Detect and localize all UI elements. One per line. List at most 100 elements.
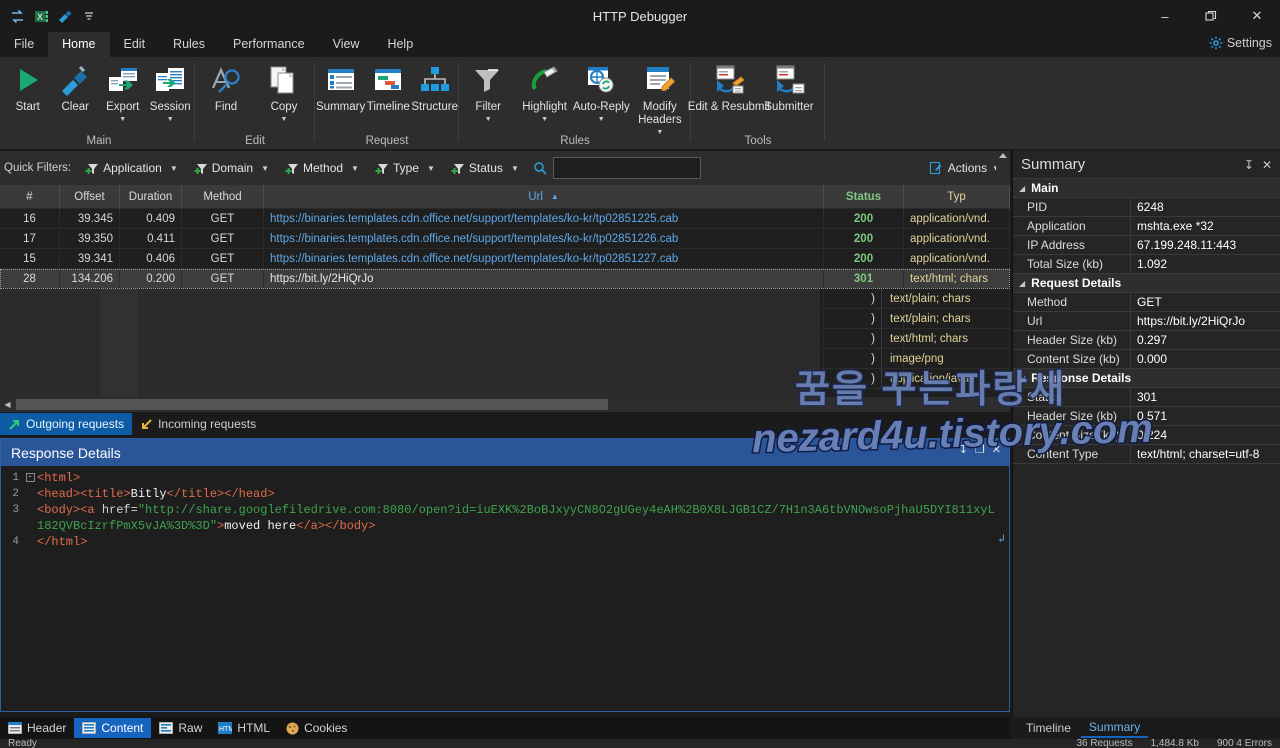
request-direction-tabs: Outgoing requests Incoming requests bbox=[0, 412, 1010, 436]
restore-button[interactable] bbox=[1188, 0, 1234, 32]
grid-vertical-scrollbar[interactable] bbox=[996, 151, 1010, 185]
table-row[interactable]: 28 134.206 0.200 GET https://bit.ly/2HiQrJo 3… bbox=[0, 268, 1010, 289]
chevron-down-icon[interactable]: ▼ bbox=[170, 164, 178, 173]
raw-icon bbox=[159, 722, 174, 734]
response-code-view[interactable]: 1- <html> 2 <head><title>Bitly</title></hea… bbox=[1, 466, 1009, 711]
grid-column-header-offset[interactable]: Offset bbox=[60, 184, 120, 209]
minimize-button[interactable]: – bbox=[1142, 0, 1188, 32]
settings-button[interactable]: Settings bbox=[1209, 36, 1272, 50]
grid-column-header-duration[interactable]: Duration bbox=[120, 184, 182, 209]
ribbon-button-summary[interactable]: Summary bbox=[316, 61, 365, 114]
chevron-down-icon[interactable]: ▼ bbox=[598, 116, 605, 123]
ribbon-button-start[interactable]: Start bbox=[4, 61, 52, 114]
restore-icon[interactable]: ❐ bbox=[975, 443, 985, 456]
ribbon-button-structure[interactable]: Structure bbox=[411, 61, 458, 114]
right-tab-summary[interactable]: Summary bbox=[1080, 718, 1149, 738]
summary-value: 0.000 bbox=[1137, 352, 1168, 366]
ribbon-button-label: Find bbox=[214, 101, 238, 113]
quick-filter-domain[interactable]: Domain ▼ bbox=[186, 159, 277, 177]
tab-incoming-requests[interactable]: Incoming requests bbox=[132, 413, 264, 435]
menu-tab-home[interactable]: Home bbox=[48, 32, 110, 57]
pin-icon[interactable]: ↧ bbox=[959, 443, 968, 456]
close-icon[interactable]: ✕ bbox=[992, 443, 1001, 456]
chevron-down-icon[interactable]: ▼ bbox=[119, 116, 126, 123]
ribbon-button-submitter[interactable]: Submitter bbox=[760, 61, 818, 114]
collapse-triangle-icon[interactable]: ◢ bbox=[1019, 184, 1025, 193]
ribbon-button-export[interactable]: Export ▼ bbox=[99, 61, 147, 123]
quick-filter-type[interactable]: Type ▼ bbox=[367, 159, 443, 177]
menu-tab-performance[interactable]: Performance bbox=[219, 32, 319, 57]
view-tab-html[interactable]: HTML HTML bbox=[210, 718, 278, 738]
menu-tab-help[interactable]: Help bbox=[373, 32, 427, 57]
grid-horizontal-scrollbar[interactable]: ◀ bbox=[0, 397, 1010, 412]
chevron-down-icon[interactable]: ▼ bbox=[541, 116, 548, 123]
chevron-down-icon[interactable]: ▼ bbox=[167, 116, 174, 123]
grid-cell-url[interactable]: https://bit.ly/2HiQrJo bbox=[264, 268, 824, 289]
quick-filter-method[interactable]: Method ▼ bbox=[277, 159, 367, 177]
ribbon-button-clear[interactable]: Clear bbox=[52, 61, 100, 114]
quick-filter-status[interactable]: Status ▼ bbox=[443, 159, 527, 177]
ribbon-button-timeline[interactable]: Timeline bbox=[365, 61, 411, 114]
chevron-down-icon[interactable]: ▼ bbox=[511, 164, 519, 173]
code-fold-toggle[interactable]: - bbox=[23, 470, 37, 486]
grid-column-header-status[interactable]: Status bbox=[824, 184, 904, 209]
grid-column-header-type[interactable]: Typ bbox=[904, 184, 1010, 209]
quick-filter-label: Status bbox=[468, 161, 503, 175]
view-tab-header[interactable]: Header bbox=[0, 718, 74, 738]
close-icon[interactable]: ✕ bbox=[1262, 158, 1272, 172]
customize-dropdown-icon[interactable] bbox=[80, 7, 98, 25]
chevron-down-icon[interactable]: ▼ bbox=[261, 164, 269, 173]
menu-tab-file[interactable]: File bbox=[0, 32, 48, 57]
table-row[interactable]: 16 39.345 0.409 GET https://binaries.templat… bbox=[0, 208, 1010, 229]
grid-column-header-num[interactable]: # bbox=[0, 184, 60, 209]
pin-icon[interactable]: ↧ bbox=[1244, 158, 1254, 172]
funnel-plus-icon bbox=[85, 162, 99, 175]
ribbon-button-modify-headers[interactable]: Modify Headers ▼ bbox=[630, 61, 690, 136]
view-tab-cookies[interactable]: Cookies bbox=[278, 718, 355, 738]
ribbon-button-highlight[interactable]: Highlight ▼ bbox=[516, 61, 572, 123]
grid-column-header-method[interactable]: Method bbox=[182, 184, 264, 209]
menu-tab-edit[interactable]: Edit bbox=[110, 32, 160, 57]
ribbon-button-find[interactable]: Find bbox=[197, 61, 255, 114]
scroll-left-icon[interactable]: ◀ bbox=[0, 397, 15, 412]
view-tab-content[interactable]: Content bbox=[74, 718, 152, 738]
grid-cell-status: 200 bbox=[824, 228, 904, 249]
tab-outgoing-requests[interactable]: Outgoing requests bbox=[0, 413, 133, 435]
table-row[interactable]: 15 39.341 0.406 GET https://binaries.templat… bbox=[0, 248, 1010, 269]
summary-section-title: Request Details bbox=[1031, 276, 1122, 290]
quick-filter-application[interactable]: Application ▼ bbox=[77, 159, 186, 177]
search-input[interactable] bbox=[552, 157, 701, 179]
code-line-text: <head><title>Bitly</title></head> bbox=[37, 486, 283, 502]
grid-cell-url[interactable]: https://binaries.templates.cdn.office.ne… bbox=[264, 208, 824, 229]
ribbon-button-session[interactable]: Session ▼ bbox=[147, 61, 195, 123]
chevron-down-icon[interactable]: ▼ bbox=[485, 116, 492, 123]
grid-cell-url[interactable]: https://binaries.templates.cdn.office.ne… bbox=[264, 228, 824, 249]
menu-tab-view[interactable]: View bbox=[319, 32, 374, 57]
ribbon-button-filter[interactable]: Filter ▼ bbox=[460, 61, 516, 123]
scroll-thumb[interactable] bbox=[16, 399, 608, 410]
right-tab-timeline[interactable]: Timeline bbox=[1018, 719, 1079, 737]
summary-icon bbox=[325, 61, 357, 99]
grid-cell-url[interactable]: https://binaries.templates.cdn.office.ne… bbox=[264, 248, 824, 269]
summary-section-header[interactable]: ◢ Main bbox=[1013, 179, 1280, 198]
chevron-down-icon[interactable]: ▼ bbox=[427, 164, 435, 173]
ribbon-button-copy[interactable]: Copy ▼ bbox=[255, 61, 313, 123]
brush-icon[interactable] bbox=[56, 7, 74, 25]
collapse-triangle-icon[interactable]: ◢ bbox=[1019, 279, 1025, 288]
excel-icon[interactable]: X bbox=[32, 7, 50, 25]
chevron-down-icon[interactable]: ▼ bbox=[281, 116, 288, 123]
menu-tab-rules[interactable]: Rules bbox=[159, 32, 219, 57]
summary-section-header[interactable]: ◢ Response Details bbox=[1013, 369, 1280, 388]
chevron-down-icon[interactable]: ▼ bbox=[351, 164, 359, 173]
table-row[interactable]: 17 39.350 0.411 GET https://binaries.templat… bbox=[0, 228, 1010, 249]
actions-button[interactable]: Actions ▼ bbox=[929, 161, 1000, 175]
close-button[interactable]: ✕ bbox=[1234, 0, 1280, 32]
sync-icon[interactable] bbox=[8, 7, 26, 25]
collapse-triangle-icon[interactable]: ◢ bbox=[1019, 374, 1025, 383]
ribbon-button-auto-reply[interactable]: Auto-Reply ▼ bbox=[573, 61, 630, 123]
ribbon-button-edit-resubmit[interactable]: Edit & Resubmit bbox=[688, 61, 770, 114]
view-tab-raw[interactable]: Raw bbox=[151, 718, 210, 738]
summary-section-header[interactable]: ◢ Request Details bbox=[1013, 274, 1280, 293]
grid-column-header-url[interactable]: Url ▲ bbox=[264, 184, 824, 209]
summary-panel-header: Summary ↧ ✕ bbox=[1013, 151, 1280, 179]
